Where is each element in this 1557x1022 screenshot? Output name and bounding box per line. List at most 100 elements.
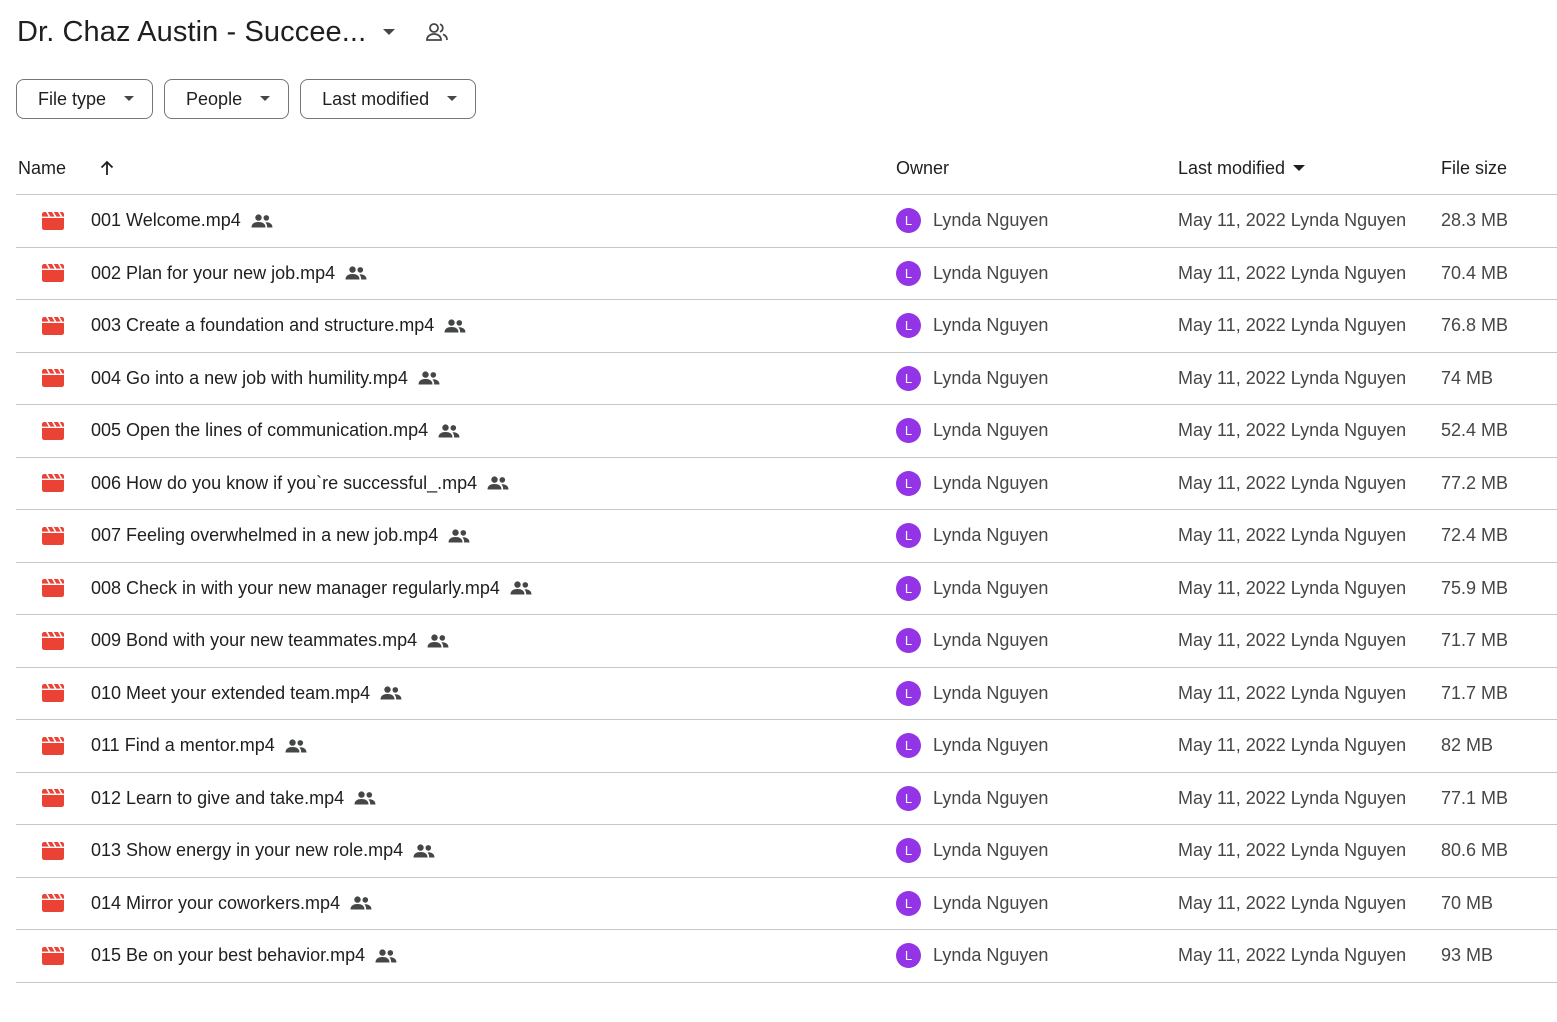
column-header-name[interactable]: Name	[18, 142, 66, 194]
owner-name: Lynda Nguyen	[933, 315, 1049, 336]
chevron-down-icon	[1293, 164, 1306, 172]
owner-cell: L Lynda Nguyen	[896, 615, 1048, 667]
owner-name: Lynda Nguyen	[933, 682, 1049, 703]
column-header-file-size[interactable]: File size	[1441, 142, 1507, 194]
folder-title[interactable]: Dr. Chaz Austin - Succee...	[17, 16, 366, 49]
file-name-cell[interactable]: 014 Mirror your coworkers.mp4	[91, 878, 372, 930]
owner-avatar[interactable]: L	[896, 890, 921, 916]
people-icon	[375, 949, 397, 963]
file-size-cell: 93 MB	[1441, 945, 1494, 966]
filter-file-type-button[interactable]: File type	[16, 79, 154, 119]
owner-avatar[interactable]: L	[896, 523, 921, 549]
owner-cell: L Lynda Nguyen	[896, 458, 1048, 510]
file-name-cell[interactable]: 008 Check in with your new manager regul…	[91, 563, 532, 615]
filter-last-modified-button[interactable]: Last modified	[300, 79, 477, 119]
people-icon	[487, 476, 509, 490]
people-icon	[438, 424, 460, 438]
file-row[interactable]: 011 Find a mentor.mp4 L Lynda Nguyen May…	[16, 720, 1557, 773]
file-name-cell[interactable]: 005 Open the lines of communication.mp4	[91, 405, 460, 457]
file-name-cell[interactable]: 011 Find a mentor.mp4	[91, 720, 307, 772]
sort-arrow-up-icon[interactable]	[96, 142, 118, 194]
column-header-last-modified[interactable]: Last modified	[1178, 142, 1306, 194]
owner-cell: L Lynda Nguyen	[896, 300, 1048, 352]
shared-folder-people-icon[interactable]	[424, 19, 450, 45]
table-header: Name Owner Last modified File size	[16, 142, 1557, 195]
file-name-cell[interactable]: 015 Be on your best behavior.mp4	[91, 930, 397, 982]
file-name-cell[interactable]: 002 Plan for your new job.mp4	[91, 248, 367, 300]
owner-avatar[interactable]: L	[896, 418, 921, 444]
file-row[interactable]: 015 Be on your best behavior.mp4 L Lynda…	[16, 930, 1557, 983]
file-row[interactable]: 006 How do you know if you`re successful…	[16, 458, 1557, 510]
last-modified-cell: May 11, 2022 Lynda Nguyen	[1178, 210, 1407, 231]
owner-avatar[interactable]: L	[896, 208, 921, 234]
people-icon	[448, 529, 470, 543]
filter-label: File type	[38, 88, 107, 109]
video-file-icon	[42, 825, 64, 877]
file-name: 005 Open the lines of communication.mp4	[91, 420, 429, 441]
file-row[interactable]: 008 Check in with your new manager regul…	[16, 563, 1557, 615]
last-modified-cell: May 11, 2022 Lynda Nguyen	[1178, 367, 1407, 388]
owner-avatar[interactable]: L	[896, 470, 921, 496]
file-row[interactable]: 007 Feeling overwhelmed in a new job.mp4…	[16, 510, 1557, 563]
owner-avatar[interactable]: L	[896, 785, 921, 811]
file-size-cell: 70 MB	[1441, 892, 1494, 913]
last-modified-cell: May 11, 2022 Lynda Nguyen	[1178, 682, 1407, 703]
folder-menu-chevron-down-icon[interactable]	[378, 21, 400, 43]
file-row[interactable]: 010 Meet your extended team.mp4 L Lynda …	[16, 668, 1557, 720]
owner-name: Lynda Nguyen	[933, 525, 1049, 546]
folder-title-bar: Dr. Chaz Austin - Succee...	[17, 12, 450, 52]
file-row[interactable]: 004 Go into a new job with humility.mp4 …	[16, 353, 1557, 405]
video-file-icon	[42, 405, 64, 457]
file-row[interactable]: 001 Welcome.mp4 L Lynda Nguyen May 11, 2…	[16, 195, 1557, 248]
file-row[interactable]: 005 Open the lines of communication.mp4 …	[16, 405, 1557, 458]
owner-avatar[interactable]: L	[896, 260, 921, 286]
file-name-cell[interactable]: 010 Meet your extended team.mp4	[91, 668, 402, 720]
file-row[interactable]: 012 Learn to give and take.mp4 L Lynda N…	[16, 773, 1557, 825]
file-row[interactable]: 014 Mirror your coworkers.mp4 L Lynda Ng…	[16, 878, 1557, 930]
column-header-owner[interactable]: Owner	[896, 142, 949, 194]
owner-cell: L Lynda Nguyen	[896, 510, 1048, 562]
last-modified-cell: May 11, 2022 Lynda Nguyen	[1178, 787, 1407, 808]
file-name-cell[interactable]: 001 Welcome.mp4	[91, 195, 273, 247]
owner-avatar[interactable]: L	[896, 680, 921, 706]
last-modified-cell: May 11, 2022 Lynda Nguyen	[1178, 577, 1407, 598]
owner-cell: L Lynda Nguyen	[896, 668, 1048, 720]
file-name-cell[interactable]: 013 Show energy in your new role.mp4	[91, 825, 435, 877]
file-name: 010 Meet your extended team.mp4	[91, 682, 371, 703]
file-name-cell[interactable]: 004 Go into a new job with humility.mp4	[91, 353, 440, 405]
owner-cell: L Lynda Nguyen	[896, 195, 1048, 247]
file-name: 012 Learn to give and take.mp4	[91, 787, 345, 808]
owner-name: Lynda Nguyen	[933, 367, 1049, 388]
owner-cell: L Lynda Nguyen	[896, 405, 1048, 457]
file-name-cell[interactable]: 009 Bond with your new teammates.mp4	[91, 615, 449, 667]
owner-cell: L Lynda Nguyen	[896, 930, 1048, 982]
file-name-cell[interactable]: 012 Learn to give and take.mp4	[91, 773, 376, 825]
video-file-icon	[42, 248, 64, 300]
file-row[interactable]: 009 Bond with your new teammates.mp4 L L…	[16, 615, 1557, 668]
file-row[interactable]: 003 Create a foundation and structure.mp…	[16, 300, 1557, 353]
last-modified-cell: May 11, 2022 Lynda Nguyen	[1178, 840, 1407, 861]
filter-people-button[interactable]: People	[164, 79, 290, 119]
owner-cell: L Lynda Nguyen	[896, 248, 1048, 300]
owner-cell: L Lynda Nguyen	[896, 878, 1048, 930]
video-file-icon	[42, 930, 64, 982]
owner-avatar[interactable]: L	[896, 575, 921, 601]
file-name-cell[interactable]: 007 Feeling overwhelmed in a new job.mp4	[91, 510, 470, 562]
file-name: 006 How do you know if you`re successful…	[91, 472, 478, 493]
last-modified-cell: May 11, 2022 Lynda Nguyen	[1178, 525, 1407, 546]
video-file-icon	[42, 773, 64, 825]
owner-avatar[interactable]: L	[896, 313, 921, 339]
owner-avatar[interactable]: L	[896, 365, 921, 391]
file-name-cell[interactable]: 006 How do you know if you`re successful…	[91, 458, 509, 510]
file-name-cell[interactable]: 003 Create a foundation and structure.mp…	[91, 300, 466, 352]
owner-name: Lynda Nguyen	[933, 630, 1049, 651]
people-icon	[444, 319, 466, 333]
people-icon	[413, 844, 435, 858]
owner-avatar[interactable]: L	[896, 628, 921, 654]
owner-avatar[interactable]: L	[896, 733, 921, 759]
file-row[interactable]: 002 Plan for your new job.mp4 L Lynda Ng…	[16, 248, 1557, 300]
owner-avatar[interactable]: L	[896, 943, 921, 969]
file-row[interactable]: 013 Show energy in your new role.mp4 L L…	[16, 825, 1557, 878]
owner-avatar[interactable]: L	[896, 838, 921, 864]
owner-cell: L Lynda Nguyen	[896, 825, 1048, 877]
